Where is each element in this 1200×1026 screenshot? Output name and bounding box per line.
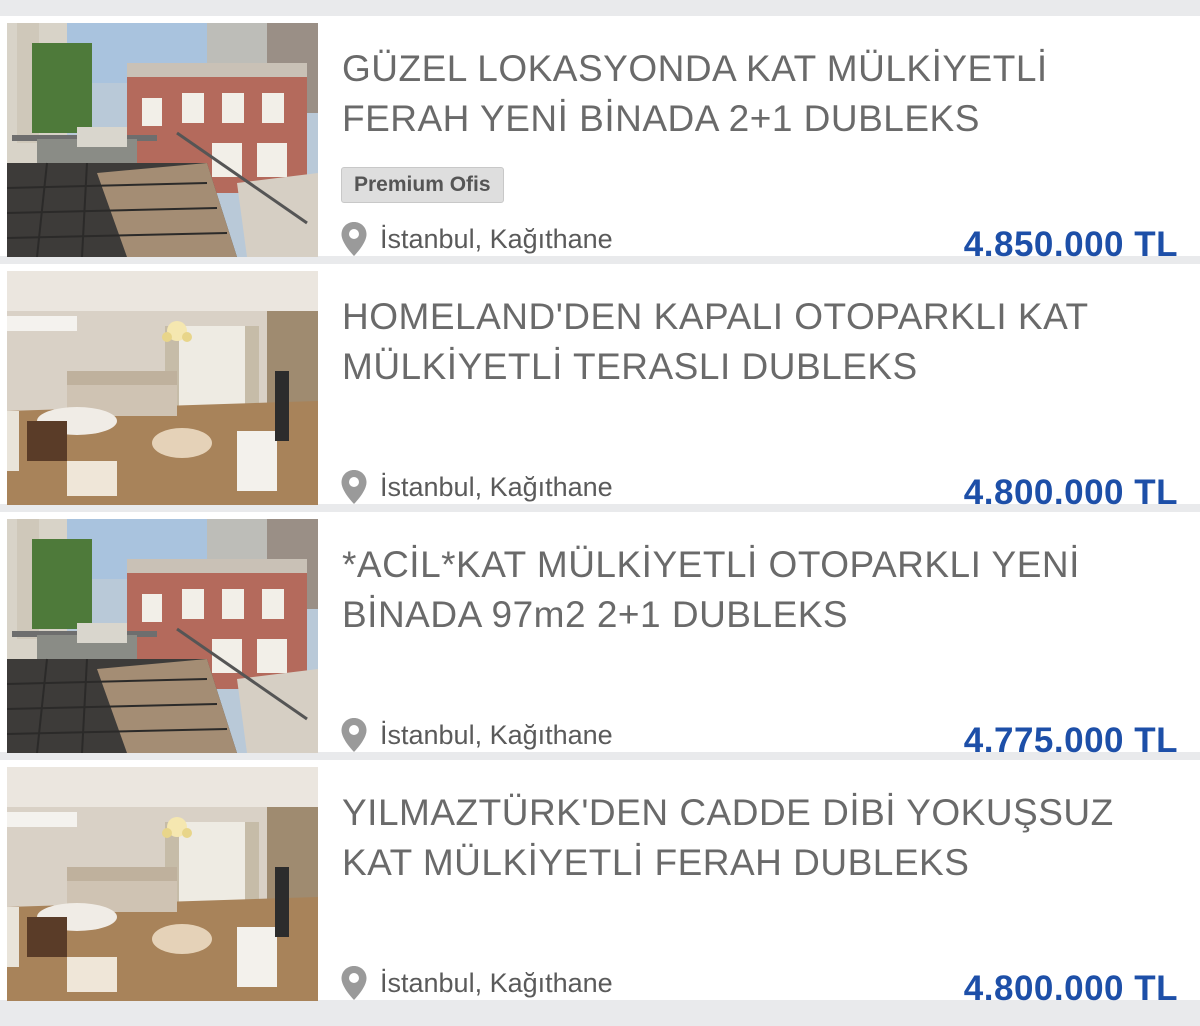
terrace-photo [7, 519, 318, 753]
listing-price: 4.850.000 TL [963, 225, 1178, 264]
listing-card[interactable]: YILMAZTÜRK'DEN CADDE DİBİ YOKUŞSUZ KAT M… [0, 760, 1200, 1008]
listing-location: İstanbul, Kağıthane [340, 467, 613, 507]
listing-title[interactable]: HOMELAND'DEN KAPALI OTOPARKLI KAT MÜLKİY… [342, 292, 1172, 392]
location-text: İstanbul, Kağıthane [380, 471, 613, 502]
map-pin-icon [340, 469, 368, 505]
premium-office-badge: Premium Ofis [341, 167, 504, 203]
listing-price: 4.800.000 TL [963, 969, 1178, 1008]
listing-title[interactable]: YILMAZTÜRK'DEN CADDE DİBİ YOKUŞSUZ KAT M… [342, 788, 1172, 888]
listing-location: İstanbul, Kağıthane [340, 219, 613, 259]
listing-location: İstanbul, Kağıthane [340, 715, 613, 755]
living-room-photo [7, 271, 318, 505]
listing-price: 4.800.000 TL [963, 473, 1178, 512]
location-text: İstanbul, Kağıthane [380, 967, 613, 998]
listing-photo[interactable] [7, 271, 318, 505]
listing-title[interactable]: *ACİL*KAT MÜLKİYETLİ OTOPARKLI YENİ BİNA… [342, 540, 1172, 640]
map-pin-icon [340, 717, 368, 753]
listing-price: 4.775.000 TL [963, 721, 1178, 760]
listing-photo[interactable] [7, 23, 318, 257]
listing-card[interactable]: GÜZEL LOKASYONDA KAT MÜLKİYETLİ FERAH YE… [0, 16, 1200, 264]
location-text: İstanbul, Kağıthane [380, 223, 613, 254]
listing-card[interactable]: *ACİL*KAT MÜLKİYETLİ OTOPARKLI YENİ BİNA… [0, 512, 1200, 760]
living-room-photo [7, 767, 318, 1001]
map-pin-icon [340, 221, 368, 257]
listing-photo[interactable] [7, 519, 318, 753]
listing-photo[interactable] [7, 767, 318, 1001]
listing-location: İstanbul, Kağıthane [340, 963, 613, 1003]
listing-results: GÜZEL LOKASYONDA KAT MÜLKİYETLİ FERAH YE… [0, 0, 1200, 1026]
listing-card[interactable]: HOMELAND'DEN KAPALI OTOPARKLI KAT MÜLKİY… [0, 264, 1200, 512]
listing-title[interactable]: GÜZEL LOKASYONDA KAT MÜLKİYETLİ FERAH YE… [342, 44, 1172, 144]
map-pin-icon [340, 965, 368, 1001]
terrace-photo [7, 23, 318, 257]
location-text: İstanbul, Kağıthane [380, 719, 613, 750]
